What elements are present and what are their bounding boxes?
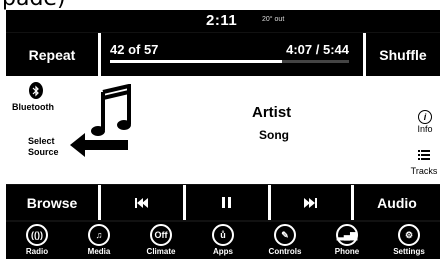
caption-fragment: pade) xyxy=(0,0,446,10)
bluetooth-label: Bluetooth xyxy=(12,102,54,112)
select-source-line-2: Source xyxy=(28,147,59,157)
track-count: 42 of 57 xyxy=(110,42,159,57)
track-progress-area: 42 of 57 4:07 / 5:44 xyxy=(101,33,363,76)
bluetooth-icon xyxy=(29,82,43,99)
previous-track-button[interactable] xyxy=(101,185,183,220)
media-icon: ♫ xyxy=(88,224,110,246)
phone-icon: ▂▄▆ xyxy=(336,224,358,246)
transport-top-row: Repeat 42 of 57 4:07 / 5:44 Shuffle xyxy=(6,33,440,76)
dock-item-media[interactable]: ♫ Media xyxy=(68,222,130,259)
dock-label-radio: Radio xyxy=(25,247,49,256)
audio-button[interactable]: Audio xyxy=(354,185,440,220)
select-source-label[interactable]: Select Source xyxy=(28,136,68,158)
dock-item-controls[interactable]: ✎ Controls xyxy=(254,222,316,259)
dock-label-media: Media xyxy=(87,247,111,256)
repeat-button[interactable]: Repeat xyxy=(6,33,98,76)
pause-icon xyxy=(222,197,231,208)
album-art-music-note-icon xyxy=(91,84,131,136)
info-label: Info xyxy=(417,124,433,134)
transport-bottom-row: Browse Audio xyxy=(6,185,440,220)
tracks-list-icon xyxy=(418,150,430,160)
progress-bar[interactable] xyxy=(110,60,349,63)
dock-item-settings[interactable]: ⚙ Settings xyxy=(378,222,440,259)
dock-item-phone[interactable]: ▂▄▆ Phone xyxy=(316,222,378,259)
dock-item-radio[interactable]: (()) Radio xyxy=(6,222,68,259)
shuffle-button[interactable]: Shuffle xyxy=(366,33,440,76)
progress-bar-fill xyxy=(110,60,283,63)
dock-label-settings: Settings xyxy=(393,247,425,256)
next-track-button[interactable] xyxy=(271,185,351,220)
next-track-icon xyxy=(304,197,317,208)
radio-icon: (()) xyxy=(26,224,48,246)
artist-name: Artist xyxy=(252,104,292,121)
app-dock: (()) Radio ♫ Media Off Climate ů Apps ✎ Controls ▂… xyxy=(6,222,440,259)
dock-label-phone: Phone xyxy=(334,247,360,256)
clock: 2:11 xyxy=(206,12,238,29)
tracks-button[interactable]: Tracks xyxy=(408,148,440,176)
settings-icon: ⚙ xyxy=(398,224,420,246)
dock-label-controls: Controls xyxy=(268,247,302,256)
browse-button[interactable]: Browse xyxy=(6,185,98,220)
caption-text: pade) xyxy=(2,0,66,10)
dock-label-climate: Climate xyxy=(146,247,176,256)
info-button[interactable]: i Info xyxy=(412,110,438,134)
infotainment-screen: 2:11 20° out Repeat 42 of 57 4:07 / 5:44… xyxy=(6,10,440,259)
song-title: Song xyxy=(259,128,289,142)
controls-icon: ✎ xyxy=(274,224,296,246)
pause-button[interactable] xyxy=(186,185,268,220)
previous-track-icon xyxy=(135,197,148,208)
tracks-label: Tracks xyxy=(410,166,438,176)
bluetooth-source-button[interactable]: Bluetooth xyxy=(12,82,60,116)
dock-item-apps[interactable]: ů Apps xyxy=(192,222,254,259)
outside-temperature: 20° out xyxy=(262,16,285,23)
info-icon: i xyxy=(418,110,432,124)
climate-icon: Off xyxy=(150,224,172,246)
select-source-line-1: Select xyxy=(28,136,55,146)
dock-label-apps: Apps xyxy=(213,247,233,256)
now-playing-panel: Bluetooth Select Source Artist Song i In… xyxy=(6,76,440,184)
dock-item-climate[interactable]: Off Climate xyxy=(130,222,192,259)
track-time: 4:07 / 5:44 xyxy=(286,42,349,57)
apps-icon: ů xyxy=(212,224,234,246)
status-bar: 2:11 20° out xyxy=(6,10,440,32)
